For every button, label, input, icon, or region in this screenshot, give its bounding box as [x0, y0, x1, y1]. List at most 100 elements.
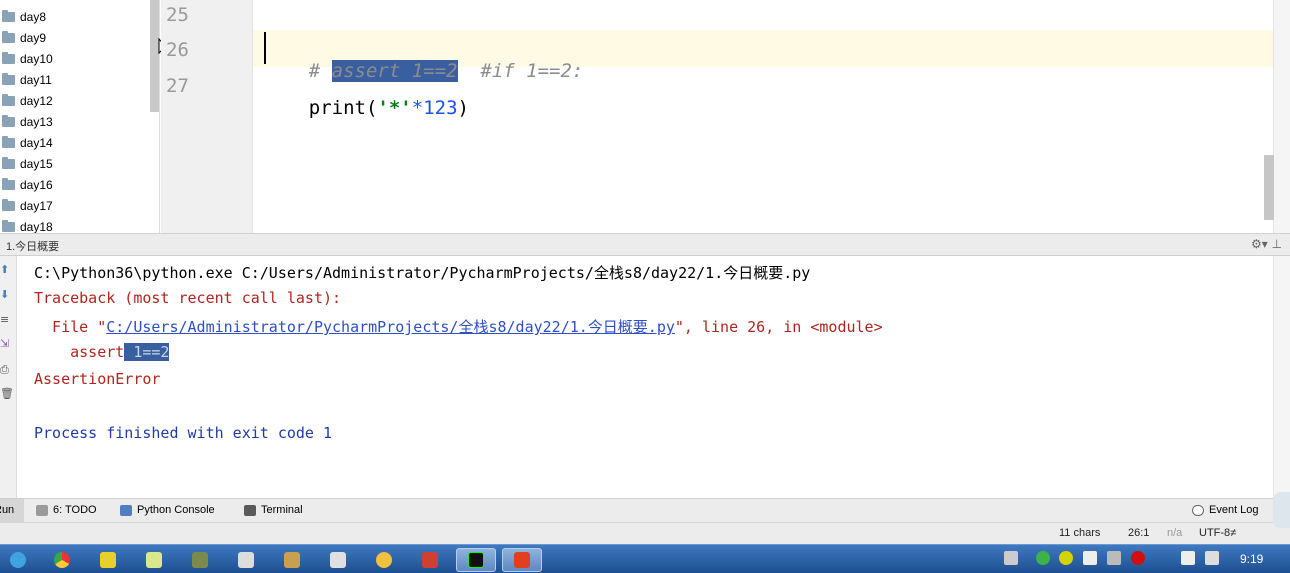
ie-icon[interactable] — [0, 548, 36, 572]
up-arrow-icon[interactable]: ⬆ — [0, 264, 12, 276]
editor-scroll-thumb[interactable] — [1264, 155, 1274, 220]
tree-folder-label: day15 — [20, 156, 53, 171]
line-number: 26 — [166, 39, 189, 61]
file-link[interactable]: C:/Users/Administrator/PycharmProjects/全… — [106, 318, 675, 336]
network-icon[interactable] — [180, 548, 220, 572]
code-number: *123 — [411, 97, 458, 119]
ide-assistant-button[interactable] — [1273, 492, 1290, 528]
console-command: C:\Python36\python.exe C:/Users/Administ… — [34, 264, 811, 282]
print-icon[interactable]: ⎙ — [0, 364, 12, 376]
code-comment: #if 1==2: — [480, 60, 584, 82]
line-number: 25 — [166, 4, 189, 26]
folder-icon — [2, 51, 15, 64]
tab-terminal[interactable]: Terminal — [244, 504, 303, 516]
code-func: print — [308, 97, 366, 119]
todo-icon — [36, 504, 48, 516]
folder-icon — [2, 30, 15, 43]
paint-icon[interactable] — [318, 548, 358, 572]
tree-folder-label: day16 — [20, 177, 53, 192]
tree-folder-item[interactable]: day16 — [0, 174, 53, 195]
keyboard-icon[interactable] — [1004, 551, 1018, 565]
run-config-title[interactable]: 1.今日概要 — [6, 238, 59, 254]
tree-folder-item[interactable]: day15 — [0, 153, 53, 174]
tree-folder-item[interactable]: day10 — [0, 48, 53, 69]
project-tree-scrollbar[interactable] — [150, 0, 159, 112]
tree-folder-item[interactable]: day12 — [0, 90, 53, 111]
event-log-icon — [1192, 504, 1204, 516]
folder-icon — [2, 156, 15, 169]
tray-add-icon[interactable] — [1059, 551, 1073, 565]
console-scrollbar[interactable] — [1273, 256, 1290, 498]
run-panel-header: 1.今日概要 ⚙▾ ⊥ — [0, 233, 1290, 256]
text-caret — [264, 32, 266, 64]
soft-wrap-icon[interactable]: ≡ — [0, 314, 12, 326]
tab-event-log[interactable]: Event Log — [1192, 504, 1259, 516]
tool-window-bar: Run 6: TODO Python Console Terminal Even… — [0, 498, 1290, 523]
chrome-icon[interactable] — [42, 548, 82, 572]
action-center-icon[interactable] — [1181, 551, 1195, 565]
tree-folder-label: day14 — [20, 135, 53, 150]
code-string: '*' — [377, 97, 412, 119]
tree-folder-item[interactable]: day8 — [0, 6, 46, 27]
tree-folder-label: day13 — [20, 114, 53, 129]
tray-network-icon[interactable] — [1083, 551, 1097, 565]
tray-green-icon[interactable] — [1036, 551, 1050, 565]
folder-icon — [2, 114, 15, 127]
selected-console-text[interactable]: 1==2 — [124, 343, 170, 361]
tree-folder-label: day9 — [20, 30, 47, 45]
status-bar: 11 chars 26:1 n/a UTF-8≠ — [0, 522, 1290, 544]
tree-folder-label: day10 — [20, 51, 53, 66]
tree-folder-item[interactable]: day17 — [0, 195, 53, 216]
taskbar-clock[interactable]: 9:19 — [1240, 552, 1263, 566]
folder-icon — [2, 177, 15, 190]
volume-icon[interactable] — [1205, 551, 1219, 565]
chat-icon[interactable] — [226, 548, 266, 572]
record-icon[interactable] — [1131, 551, 1145, 565]
down-arrow-icon[interactable]: ⬇ — [0, 289, 12, 301]
tab-python-console[interactable]: Python Console — [120, 504, 215, 516]
bird-icon[interactable] — [410, 548, 450, 572]
folder-icon — [2, 93, 15, 106]
palette-icon[interactable] — [364, 548, 404, 572]
pycharm-window: day8 day9 day10 day11 day12 day13 day14 day15 da… — [0, 0, 1290, 573]
folder-icon — [2, 219, 15, 232]
terminal-icon — [244, 504, 256, 516]
process-finished: Process finished with exit code 1 — [34, 424, 333, 442]
folder-icon — [2, 198, 15, 211]
code-paren: ) — [457, 97, 469, 119]
code-line-27[interactable]: print('*'*123) — [263, 75, 469, 141]
tree-folder-item[interactable]: day13 — [0, 111, 53, 132]
windows-taskbar: 9:19 — [0, 544, 1290, 573]
code-paren: ( — [365, 97, 378, 119]
tools-icon[interactable] — [272, 548, 312, 572]
traceback-code-line: assert 1==2 — [34, 343, 170, 361]
app-window-icon[interactable] — [502, 548, 542, 572]
tree-folder-label: day8 — [20, 9, 47, 24]
tree-folder-item[interactable]: day9 — [0, 27, 46, 48]
project-tree: day8 day9 day10 day11 day12 day13 day14 day15 da… — [0, 0, 160, 233]
tree-folder-item[interactable]: day14 — [0, 132, 53, 153]
pycharm-icon[interactable] — [456, 548, 496, 572]
line-separator[interactable]: n/a — [1167, 527, 1182, 539]
tree-folder-item[interactable]: day11 — [0, 69, 52, 90]
notepad-icon[interactable] — [134, 548, 174, 572]
tree-folder-label: day18 — [20, 219, 53, 234]
tree-folder-label: day11 — [20, 72, 52, 87]
tab-todo[interactable]: 6: TODO — [36, 504, 97, 516]
scroll-to-end-icon[interactable]: ⇲ — [0, 338, 12, 350]
app-icon[interactable] — [88, 548, 128, 572]
cursor-position[interactable]: 26:1 — [1128, 527, 1149, 539]
run-toolbar: ⬆ ⬇ ≡ ⇲ ⎙ 🗑 — [0, 256, 17, 498]
folder-icon — [2, 9, 15, 22]
traceback-line: Traceback (most recent call last): — [34, 289, 342, 307]
assertion-error: AssertionError — [34, 370, 161, 388]
trash-icon[interactable]: 🗑 — [0, 388, 14, 400]
editor-scrollbar[interactable] — [1273, 0, 1290, 233]
tree-folder-label: day12 — [20, 93, 53, 108]
panel-settings-icon[interactable]: ⚙▾ ⊥ — [1251, 237, 1282, 251]
tab-run[interactable]: Run — [0, 499, 24, 523]
file-encoding[interactable]: UTF-8≠ — [1199, 527, 1236, 539]
traceback-file-line: File "C:/Users/Administrator/PycharmProj… — [34, 318, 883, 336]
tray-tool-icon[interactable] — [1107, 551, 1121, 565]
tree-folder-item[interactable]: day18 — [0, 216, 53, 233]
